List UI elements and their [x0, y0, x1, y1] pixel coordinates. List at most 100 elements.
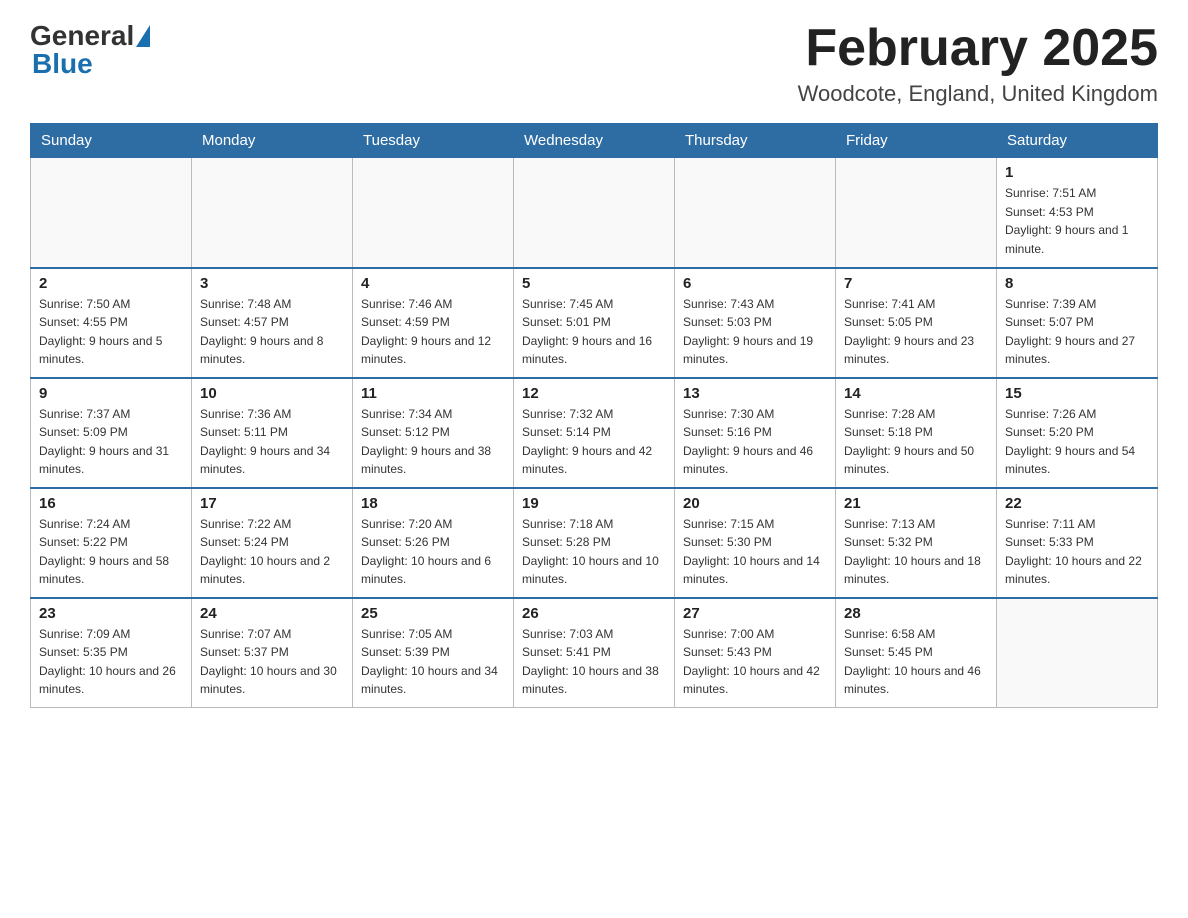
- logo-triangle-icon: [136, 25, 150, 47]
- calendar-cell: 28Sunrise: 6:58 AM Sunset: 5:45 PM Dayli…: [836, 598, 997, 708]
- day-info: Sunrise: 7:03 AM Sunset: 5:41 PM Dayligh…: [522, 625, 666, 699]
- calendar-cell: 2 Sunrise: 7:50 AM Sunset: 4:55 PM Daylig…: [31, 268, 192, 378]
- day-number: 19: [522, 495, 666, 512]
- calendar-cell: [514, 158, 675, 268]
- col-friday: Friday: [836, 124, 997, 158]
- day-info: Sunrise: 7:48 AM Sunset: 4:57 PM Dayligh…: [200, 295, 344, 369]
- calendar-cell: 16Sunrise: 7:24 AM Sunset: 5:22 PM Dayli…: [31, 488, 192, 598]
- calendar-cell: [675, 158, 836, 268]
- day-number: 18: [361, 495, 505, 512]
- day-info: Sunrise: 7:07 AM Sunset: 5:37 PM Dayligh…: [200, 625, 344, 699]
- calendar-cell: 21 Sunrise: 7:13 AM Sunset: 5:32 PM Dayli…: [836, 488, 997, 598]
- day-info: Sunrise: 7:13 AM Sunset: 5:32 PM Dayligh…: [844, 515, 988, 589]
- calendar-cell: 12Sunrise: 7:32 AM Sunset: 5:14 PM Dayli…: [514, 378, 675, 488]
- day-info: Sunrise: 7:51 AM Sunset: 4:53 PM Dayligh…: [1005, 184, 1149, 258]
- calendar-cell: 9 Sunrise: 7:37 AM Sunset: 5:09 PM Daylig…: [31, 378, 192, 488]
- calendar-cell: 4Sunrise: 7:46 AM Sunset: 4:59 PM Daylig…: [353, 268, 514, 378]
- calendar-cell: 7 Sunrise: 7:41 AM Sunset: 5:05 PM Daylig…: [836, 268, 997, 378]
- day-number: 9: [39, 385, 183, 402]
- calendar-cell: [353, 158, 514, 268]
- calendar-cell: 6Sunrise: 7:43 AM Sunset: 5:03 PM Daylig…: [675, 268, 836, 378]
- col-sunday: Sunday: [31, 124, 192, 158]
- page-header: General Blue February 2025 Woodcote, Eng…: [30, 20, 1158, 107]
- logo-blue-text: Blue: [32, 48, 93, 79]
- day-number: 17: [200, 495, 344, 512]
- day-number: 22: [1005, 495, 1149, 512]
- calendar-cell: 19 Sunrise: 7:18 AM Sunset: 5:28 PM Dayli…: [514, 488, 675, 598]
- calendar-week-row: 9 Sunrise: 7:37 AM Sunset: 5:09 PM Daylig…: [31, 378, 1158, 488]
- day-info: Sunrise: 7:43 AM Sunset: 5:03 PM Dayligh…: [683, 295, 827, 369]
- calendar-cell: 27Sunrise: 7:00 AM Sunset: 5:43 PM Dayli…: [675, 598, 836, 708]
- calendar-header-row: Sunday Monday Tuesday Wednesday Thursday…: [31, 124, 1158, 158]
- day-info: Sunrise: 7:26 AM Sunset: 5:20 PM Dayligh…: [1005, 405, 1149, 479]
- day-number: 20: [683, 495, 827, 512]
- day-number: 23: [39, 605, 183, 622]
- day-info: Sunrise: 7:28 AM Sunset: 5:18 PM Dayligh…: [844, 405, 988, 479]
- day-number: 11: [361, 385, 505, 402]
- day-info: Sunrise: 7:09 AM Sunset: 5:35 PM Dayligh…: [39, 625, 183, 699]
- day-number: 24: [200, 605, 344, 622]
- calendar-cell: 13 Sunrise: 7:30 AM Sunset: 5:16 PM Dayli…: [675, 378, 836, 488]
- month-title: February 2025: [798, 20, 1158, 77]
- day-info: Sunrise: 7:22 AM Sunset: 5:24 PM Dayligh…: [200, 515, 344, 589]
- calendar-cell: 25 Sunrise: 7:05 AM Sunset: 5:39 PM Dayli…: [353, 598, 514, 708]
- day-number: 14: [844, 385, 988, 402]
- calendar-cell: [192, 158, 353, 268]
- day-number: 10: [200, 385, 344, 402]
- col-tuesday: Tuesday: [353, 124, 514, 158]
- day-number: 15: [1005, 385, 1149, 402]
- col-monday: Monday: [192, 124, 353, 158]
- day-info: Sunrise: 7:30 AM Sunset: 5:16 PM Dayligh…: [683, 405, 827, 479]
- calendar-cell: 10 Sunrise: 7:36 AM Sunset: 5:11 PM Dayli…: [192, 378, 353, 488]
- calendar-cell: 3 Sunrise: 7:48 AM Sunset: 4:57 PM Daylig…: [192, 268, 353, 378]
- calendar-cell: [31, 158, 192, 268]
- day-number: 4: [361, 275, 505, 292]
- day-info: Sunrise: 7:50 AM Sunset: 4:55 PM Dayligh…: [39, 295, 183, 369]
- col-saturday: Saturday: [997, 124, 1158, 158]
- day-info: Sunrise: 7:45 AM Sunset: 5:01 PM Dayligh…: [522, 295, 666, 369]
- day-number: 21: [844, 495, 988, 512]
- day-number: 2: [39, 275, 183, 292]
- logo: General Blue: [30, 20, 152, 80]
- day-info: Sunrise: 7:39 AM Sunset: 5:07 PM Dayligh…: [1005, 295, 1149, 369]
- day-info: Sunrise: 7:36 AM Sunset: 5:11 PM Dayligh…: [200, 405, 344, 479]
- col-wednesday: Wednesday: [514, 124, 675, 158]
- day-info: Sunrise: 7:05 AM Sunset: 5:39 PM Dayligh…: [361, 625, 505, 699]
- calendar-week-row: 23 Sunrise: 7:09 AM Sunset: 5:35 PM Dayli…: [31, 598, 1158, 708]
- calendar-week-row: 1 Sunrise: 7:51 AM Sunset: 4:53 PM Daylig…: [31, 158, 1158, 268]
- title-section: February 2025 Woodcote, England, United …: [798, 20, 1158, 107]
- day-number: 13: [683, 385, 827, 402]
- day-info: Sunrise: 7:41 AM Sunset: 5:05 PM Dayligh…: [844, 295, 988, 369]
- day-number: 26: [522, 605, 666, 622]
- calendar-cell: 14 Sunrise: 7:28 AM Sunset: 5:18 PM Dayli…: [836, 378, 997, 488]
- day-info: Sunrise: 7:11 AM Sunset: 5:33 PM Dayligh…: [1005, 515, 1149, 589]
- day-number: 8: [1005, 275, 1149, 292]
- calendar-cell: 26 Sunrise: 7:03 AM Sunset: 5:41 PM Dayli…: [514, 598, 675, 708]
- calendar-cell: 23 Sunrise: 7:09 AM Sunset: 5:35 PM Dayli…: [31, 598, 192, 708]
- calendar-cell: 18Sunrise: 7:20 AM Sunset: 5:26 PM Dayli…: [353, 488, 514, 598]
- day-info: Sunrise: 7:18 AM Sunset: 5:28 PM Dayligh…: [522, 515, 666, 589]
- day-number: 16: [39, 495, 183, 512]
- day-info: Sunrise: 7:15 AM Sunset: 5:30 PM Dayligh…: [683, 515, 827, 589]
- calendar-cell: 15 Sunrise: 7:26 AM Sunset: 5:20 PM Dayli…: [997, 378, 1158, 488]
- calendar-week-row: 16Sunrise: 7:24 AM Sunset: 5:22 PM Dayli…: [31, 488, 1158, 598]
- location-text: Woodcote, England, United Kingdom: [798, 81, 1158, 107]
- calendar-cell: 24 Sunrise: 7:07 AM Sunset: 5:37 PM Dayli…: [192, 598, 353, 708]
- day-number: 25: [361, 605, 505, 622]
- day-info: Sunrise: 7:34 AM Sunset: 5:12 PM Dayligh…: [361, 405, 505, 479]
- day-number: 12: [522, 385, 666, 402]
- day-number: 3: [200, 275, 344, 292]
- col-thursday: Thursday: [675, 124, 836, 158]
- calendar-cell: 1 Sunrise: 7:51 AM Sunset: 4:53 PM Daylig…: [997, 158, 1158, 268]
- calendar-cell: [836, 158, 997, 268]
- day-info: Sunrise: 7:37 AM Sunset: 5:09 PM Dayligh…: [39, 405, 183, 479]
- calendar-cell: 11 Sunrise: 7:34 AM Sunset: 5:12 PM Dayli…: [353, 378, 514, 488]
- calendar-cell: 5Sunrise: 7:45 AM Sunset: 5:01 PM Daylig…: [514, 268, 675, 378]
- day-number: 1: [1005, 164, 1149, 181]
- calendar-cell: [997, 598, 1158, 708]
- day-number: 28: [844, 605, 988, 622]
- calendar-cell: 22 Sunrise: 7:11 AM Sunset: 5:33 PM Dayli…: [997, 488, 1158, 598]
- day-number: 7: [844, 275, 988, 292]
- calendar-table: Sunday Monday Tuesday Wednesday Thursday…: [30, 123, 1158, 708]
- day-number: 27: [683, 605, 827, 622]
